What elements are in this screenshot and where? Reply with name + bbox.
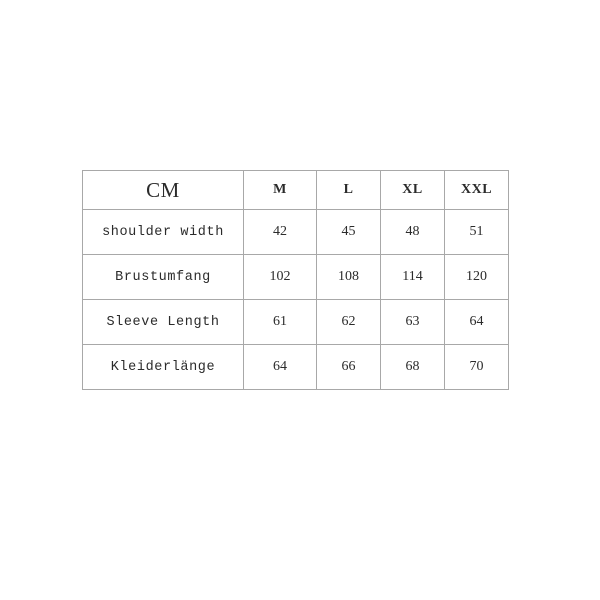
value-shoulder-width-m: 42 [243, 209, 317, 255]
size-header-l: L [316, 170, 381, 210]
table-header-row: CM M L XL XXL [82, 170, 509, 210]
size-header-xxl: XXL [444, 170, 509, 210]
size-chart-table: CM M L XL XXL shoulder width 42 45 48 51… [82, 170, 509, 390]
value-brustumfang-m: 102 [243, 254, 317, 300]
size-header-xl: XL [380, 170, 445, 210]
table-row: Sleeve Length 61 62 63 64 [82, 299, 509, 345]
unit-header-cell: CM [82, 170, 244, 210]
size-chart-container: CM M L XL XXL shoulder width 42 45 48 51… [82, 170, 509, 390]
value-shoulder-width-xxl: 51 [444, 209, 509, 255]
value-sleeve-length-xxl: 64 [444, 299, 509, 345]
value-sleeve-length-m: 61 [243, 299, 317, 345]
value-brustumfang-l: 108 [316, 254, 381, 300]
value-shoulder-width-xl: 48 [380, 209, 445, 255]
value-shoulder-width-l: 45 [316, 209, 381, 255]
value-kleiderlaenge-xxl: 70 [444, 344, 509, 390]
value-brustumfang-xl: 114 [380, 254, 445, 300]
table-row: shoulder width 42 45 48 51 [82, 209, 509, 255]
value-sleeve-length-l: 62 [316, 299, 381, 345]
measure-label-shoulder-width: shoulder width [82, 209, 244, 255]
measure-label-brustumfang: Brustumfang [82, 254, 244, 300]
value-brustumfang-xxl: 120 [444, 254, 509, 300]
value-kleiderlaenge-m: 64 [243, 344, 317, 390]
value-kleiderlaenge-xl: 68 [380, 344, 445, 390]
table-row: Brustumfang 102 108 114 120 [82, 254, 509, 300]
measure-label-kleiderlaenge: Kleiderlänge [82, 344, 244, 390]
measure-label-sleeve-length: Sleeve Length [82, 299, 244, 345]
value-sleeve-length-xl: 63 [380, 299, 445, 345]
size-header-m: M [243, 170, 317, 210]
table-row: Kleiderlänge 64 66 68 70 [82, 344, 509, 390]
value-kleiderlaenge-l: 66 [316, 344, 381, 390]
